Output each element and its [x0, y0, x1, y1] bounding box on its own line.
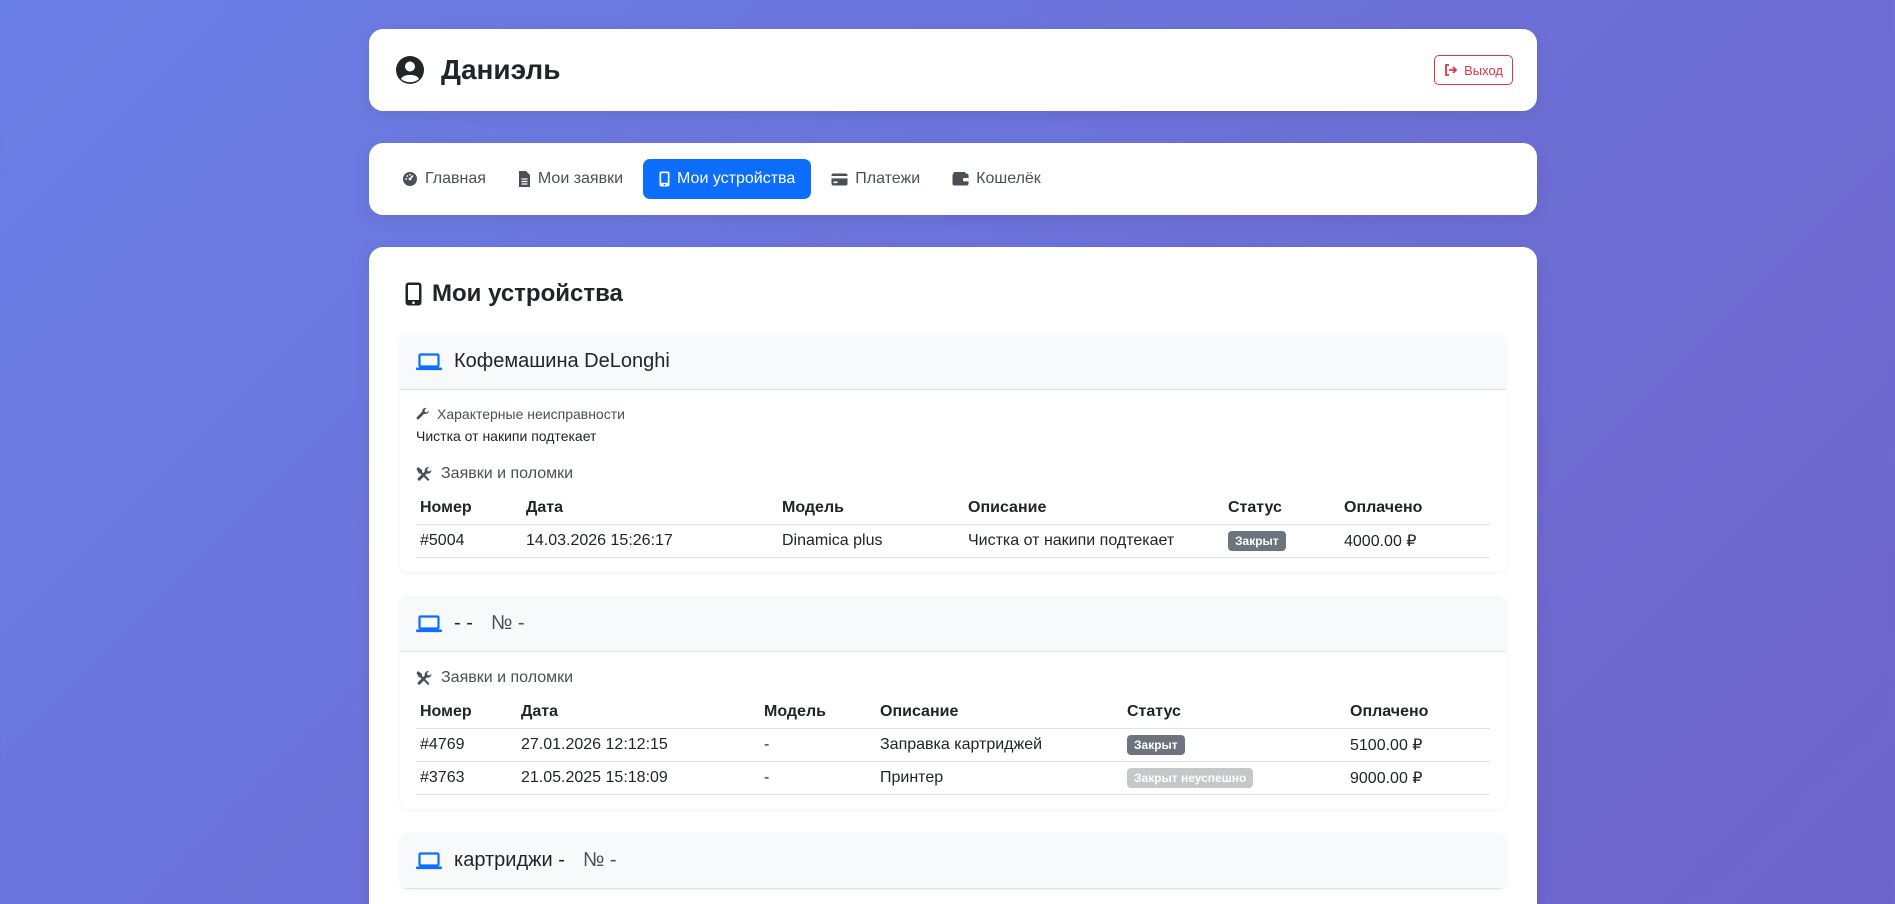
user-name: Даниэль: [441, 54, 561, 85]
nav-label-home: Главная: [425, 170, 486, 187]
column-header: Номер: [416, 696, 517, 729]
nav-item-my-devices[interactable]: Мои устройства: [643, 159, 812, 199]
order-number: #3763: [416, 761, 517, 795]
tools-icon: [416, 466, 433, 483]
column-header: Дата: [517, 696, 760, 729]
page-title: Мои устройства: [405, 277, 1506, 311]
user-circle-icon: [395, 55, 425, 85]
column-header: Оплачено: [1346, 696, 1490, 729]
column-header: Дата: [522, 492, 778, 525]
nav-label-wallet: Кошелёк: [976, 170, 1041, 187]
device-card: картриджи - № -: [400, 833, 1506, 889]
user-block: Даниэль: [395, 54, 560, 86]
laptop-icon: [416, 614, 442, 633]
mobile-icon: [405, 282, 422, 306]
device-name: - -: [454, 612, 473, 634]
order-status: Закрыт: [1123, 728, 1346, 762]
order-status: Закрыт: [1224, 524, 1340, 558]
nav-item-home[interactable]: Главная: [390, 159, 498, 199]
nav-label-payments: Платежи: [855, 170, 921, 187]
order-number: #5004: [416, 524, 522, 558]
orders-label: Заявки и поломки: [416, 462, 1490, 486]
column-header: Описание: [876, 696, 1123, 729]
table-header-row: Номер Дата Модель Описание Статус Оплаче…: [416, 696, 1490, 729]
order-status: Закрыт неуспешно: [1123, 761, 1346, 795]
status-badge: Закрыт: [1228, 531, 1286, 551]
file-icon: [518, 171, 531, 187]
device-body: Заявки и поломки Номер Дата Модель Описа…: [400, 652, 1506, 809]
order-date: 21.05.2025 15:18:09: [517, 761, 760, 795]
column-header: Описание: [964, 492, 1224, 525]
dashboard-icon: [402, 171, 418, 187]
status-badge: Закрыт неуспешно: [1127, 768, 1254, 788]
order-model: -: [760, 728, 876, 762]
table-row[interactable]: #3763 21.05.2025 15:18:09 - Принтер Закр…: [416, 761, 1490, 795]
laptop-icon: [416, 352, 442, 371]
nav-item-wallet[interactable]: Кошелёк: [940, 159, 1053, 199]
order-paid: 5100.00 ₽: [1346, 728, 1490, 762]
order-description: Заправка картриджей: [876, 728, 1123, 762]
column-header: Модель: [778, 492, 964, 525]
devices-panel: Мои устройства Кофемашина DeLonghi Харак…: [369, 247, 1537, 904]
order-date: 27.01.2026 12:12:15: [517, 728, 760, 762]
wallet-icon: [952, 172, 969, 186]
orders-table: Номер Дата Модель Описание Статус Оплаче…: [416, 492, 1490, 558]
device-header[interactable]: картриджи - № -: [400, 833, 1506, 889]
device-name: картриджи -: [454, 849, 565, 871]
logout-button[interactable]: Выход: [1434, 55, 1513, 85]
order-description: Принтер: [876, 761, 1123, 795]
nav-item-my-orders[interactable]: Мои заявки: [506, 159, 635, 199]
nav-label-my-devices: Мои устройства: [677, 170, 796, 187]
profile-header: Даниэль Выход: [369, 29, 1537, 111]
mobile-icon: [659, 171, 670, 187]
wrench-icon: [416, 407, 430, 421]
order-model: Dinamica plus: [778, 524, 964, 558]
nav-item-payments[interactable]: Платежи: [819, 159, 932, 199]
device-body: Характерные неисправности Чистка от наки…: [400, 390, 1506, 572]
faults-text: Чистка от накипи подтекает: [416, 428, 597, 444]
orders-label-text: Заявки и поломки: [441, 465, 574, 482]
column-header: Оплачено: [1340, 492, 1490, 525]
sign-out-icon: [1444, 64, 1458, 76]
order-number: #4769: [416, 728, 517, 762]
device-serial: № -: [582, 849, 617, 871]
table-row[interactable]: #4769 27.01.2026 12:12:15 - Заправка кар…: [416, 728, 1490, 762]
device-card: Кофемашина DeLonghi Характерные неисправ…: [400, 334, 1506, 572]
device-header[interactable]: - - № -: [400, 596, 1506, 652]
tools-icon: [416, 670, 433, 687]
main-nav: Главная Мои заявки Мои устройства Платеж…: [369, 143, 1537, 215]
order-paid: 9000.00 ₽: [1346, 761, 1490, 795]
logout-label: Выход: [1464, 62, 1503, 78]
laptop-icon: [416, 851, 442, 870]
device-name: Кофемашина DeLonghi: [454, 350, 670, 372]
column-header: Модель: [760, 696, 876, 729]
orders-label-text: Заявки и поломки: [441, 669, 574, 686]
page-title-text: Мои устройства: [432, 280, 623, 307]
column-header: Статус: [1123, 696, 1346, 729]
credit-card-icon: [831, 173, 848, 186]
order-description: Чистка от накипи подтекает: [964, 524, 1224, 558]
faults-label-text: Характерные неисправности: [437, 406, 625, 422]
column-header: Номер: [416, 492, 522, 525]
nav-label-my-orders: Мои заявки: [537, 170, 624, 187]
orders-label: Заявки и поломки: [416, 666, 1490, 690]
order-date: 14.03.2026 15:26:17: [522, 524, 778, 558]
device-header[interactable]: Кофемашина DeLonghi: [400, 334, 1506, 390]
status-badge: Закрыт: [1127, 735, 1185, 755]
order-paid: 4000.00 ₽: [1340, 524, 1490, 558]
order-model: -: [760, 761, 876, 795]
table-header-row: Номер Дата Модель Описание Статус Оплаче…: [416, 492, 1490, 525]
device-card: - - № - Заявки и поломки Номер Дата Моде…: [400, 596, 1506, 809]
faults-label: Характерные неисправности: [416, 404, 1490, 424]
orders-table: Номер Дата Модель Описание Статус Оплаче…: [416, 696, 1490, 795]
device-serial: № -: [490, 612, 525, 634]
table-row[interactable]: #5004 14.03.2026 15:26:17 Dinamica plus …: [416, 524, 1490, 558]
column-header: Статус: [1224, 492, 1340, 525]
